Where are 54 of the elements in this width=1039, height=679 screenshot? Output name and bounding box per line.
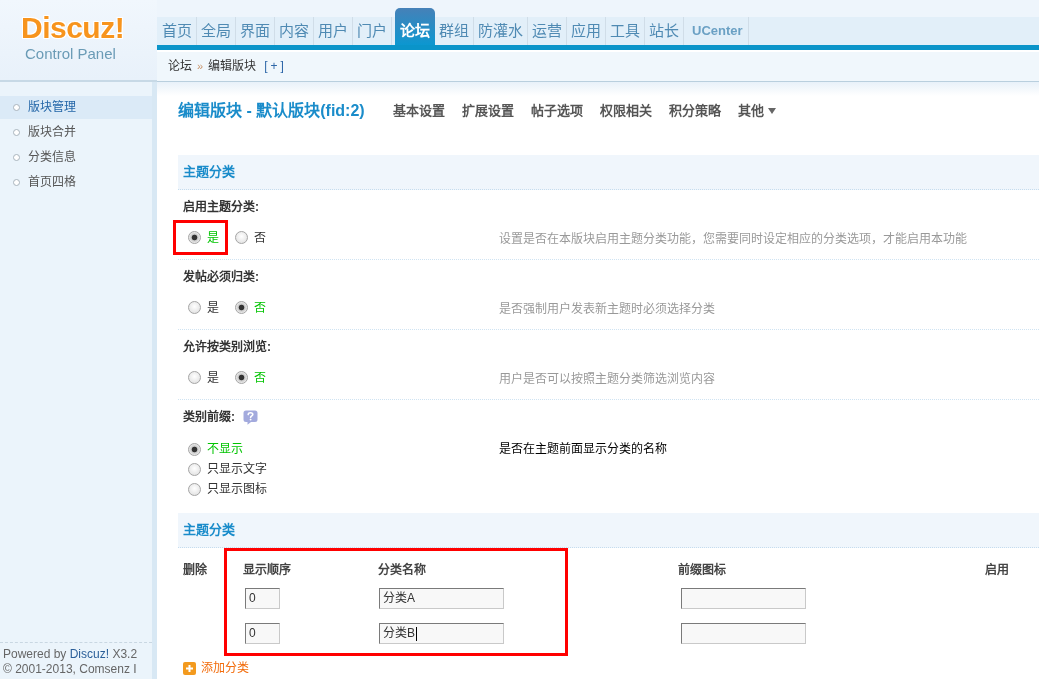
section-header: 主题分类 xyxy=(178,155,1039,190)
copyright-text: © 2001-2013, Comsenz I xyxy=(3,662,138,677)
column-header: 删除 xyxy=(183,561,208,579)
bullet-icon xyxy=(13,154,20,161)
radio-option[interactable]: 只显示文字 xyxy=(188,459,267,479)
logo-subtitle: Control Panel xyxy=(25,45,116,62)
settings-tab[interactable]: 权限相关 xyxy=(599,102,652,120)
bullet-icon xyxy=(13,179,20,186)
radio-option[interactable]: 是 xyxy=(188,367,219,388)
setting-description: 是否强制用户发表新主题时必须选择分类 xyxy=(499,300,715,318)
bullet-icon xyxy=(13,104,20,111)
settings-tab[interactable]: 积分策略 xyxy=(668,102,721,120)
breadcrumb-link[interactable]: 论坛 xyxy=(168,58,192,75)
breadcrumb-separator: » xyxy=(197,59,204,74)
setting-description: 是否在主题前面显示分类的名称 xyxy=(499,441,667,458)
powered-by-text: Powered by Discuz! X3.2 xyxy=(3,647,139,662)
plus-icon xyxy=(183,661,196,675)
add-shortcut-link[interactable]: [+] xyxy=(264,58,287,75)
section-header: 主题分类 xyxy=(178,513,1039,548)
sidebar-item[interactable]: 版块合并 xyxy=(0,121,152,144)
column-header: 分类名称 xyxy=(378,562,427,579)
nav-tab[interactable]: 论坛 xyxy=(395,8,435,45)
name-field[interactable]: 分类B xyxy=(379,623,504,644)
radio-option[interactable]: 只显示图标 xyxy=(188,479,267,499)
logo-title: Discuz! xyxy=(21,12,125,44)
setting-label: 允许按类别浏览: xyxy=(183,339,271,355)
add-category-link[interactable]: 添加分类 xyxy=(183,660,249,676)
setting-label: 启用主题分类: xyxy=(183,199,259,215)
sidebar-item[interactable]: 版块管理 xyxy=(0,96,152,119)
column-header: 启用 xyxy=(985,562,1010,579)
order-field[interactable]: 0 xyxy=(245,588,280,609)
settings-tab[interactable]: 帖子选项 xyxy=(530,102,583,120)
settings-tab[interactable]: 其他 xyxy=(737,102,776,120)
bullet-icon xyxy=(13,129,20,136)
page-title: 编辑版块 - 默认版块(fid:2) xyxy=(178,100,365,121)
product-link[interactable]: Discuz! xyxy=(69,647,110,661)
setting-description: 设置是否在本版块启用主题分类功能，您需要同时设定相应的分类选项，才能启用本功能 xyxy=(499,230,967,248)
breadcrumb-current: 编辑版块 xyxy=(208,58,257,75)
radio-option[interactable]: 是 xyxy=(188,297,219,318)
radio-option[interactable]: 否 xyxy=(235,227,266,248)
column-header: 前缀图标 xyxy=(678,562,727,579)
setting-description: 用户是否可以按照主题分类筛选浏览内容 xyxy=(499,370,715,388)
icon-field[interactable] xyxy=(681,588,806,609)
sidebar-item[interactable]: 首页四格 xyxy=(0,171,152,194)
setting-label: 类别前缀: xyxy=(183,409,235,425)
settings-tab[interactable]: 基本设置 xyxy=(392,102,445,120)
icon-field[interactable] xyxy=(681,623,806,644)
settings-tab[interactable]: 扩展设置 xyxy=(461,102,514,120)
sidebar-item[interactable]: 分类信息 xyxy=(0,146,152,169)
name-field[interactable]: 分类A xyxy=(379,588,504,609)
order-field[interactable]: 0 xyxy=(245,623,280,644)
setting-label: 发帖必须归类: xyxy=(183,269,259,285)
help-icon[interactable] xyxy=(243,409,258,425)
column-header: 显示顺序 xyxy=(243,561,292,579)
